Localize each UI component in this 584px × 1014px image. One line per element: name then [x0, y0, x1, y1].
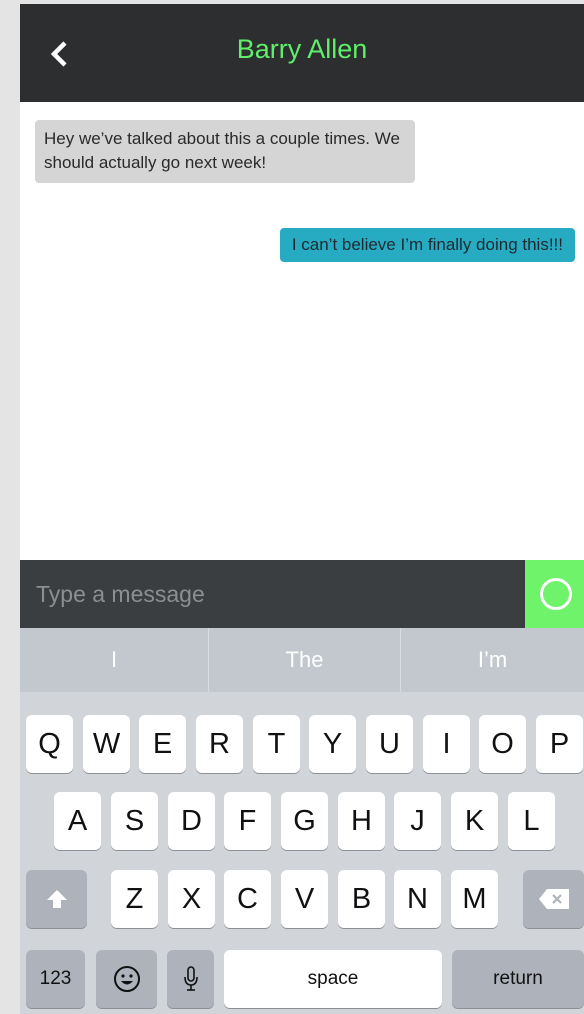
key-y[interactable]: Y	[309, 715, 356, 773]
key-v[interactable]: V	[281, 870, 328, 928]
key-j[interactable]: J	[394, 792, 441, 850]
space-key[interactable]: space	[224, 950, 442, 1008]
keyboard: I The I’m Q W E R T Y U I O P A S D F G …	[20, 628, 584, 1014]
key-c[interactable]: C	[224, 870, 271, 928]
message-list[interactable]: Hey we’ve talked about this a couple tim…	[20, 102, 584, 560]
emoji-key[interactable]	[96, 950, 157, 1008]
backspace-key[interactable]	[523, 870, 584, 928]
key-l[interactable]: L	[508, 792, 555, 850]
send-button[interactable]	[525, 560, 584, 628]
key-x[interactable]: X	[168, 870, 215, 928]
key-g[interactable]: G	[281, 792, 328, 850]
microphone-icon	[183, 966, 198, 991]
key-e[interactable]: E	[139, 715, 186, 773]
send-circle-icon	[540, 578, 572, 610]
numbers-key[interactable]: 123	[26, 950, 85, 1008]
incoming-message: Hey we’ve talked about this a couple tim…	[35, 120, 415, 183]
key-s[interactable]: S	[111, 792, 158, 850]
chat-screen: Barry Allen Hey we’ve talked about this …	[20, 4, 584, 1014]
key-h[interactable]: H	[338, 792, 385, 850]
message-composer	[20, 560, 584, 628]
shift-key[interactable]	[26, 870, 87, 928]
contact-name: Barry Allen	[236, 34, 368, 64]
message-input[interactable]	[20, 560, 525, 628]
backspace-icon	[538, 889, 569, 909]
return-key[interactable]: return	[452, 950, 584, 1008]
outgoing-message: I can’t believe I’m finally doing this!!…	[279, 228, 575, 262]
key-o[interactable]: O	[479, 715, 526, 773]
key-q[interactable]: Q	[26, 715, 73, 773]
key-n[interactable]: N	[394, 870, 441, 928]
key-k[interactable]: K	[451, 792, 498, 850]
key-i[interactable]: I	[423, 715, 470, 773]
key-m[interactable]: M	[451, 870, 498, 928]
suggestion-3[interactable]: I’m	[401, 628, 584, 692]
key-f[interactable]: F	[224, 792, 271, 850]
key-a[interactable]: A	[54, 792, 101, 850]
key-t[interactable]: T	[253, 715, 300, 773]
key-b[interactable]: B	[338, 870, 385, 928]
suggestion-2[interactable]: The	[209, 628, 400, 692]
key-z[interactable]: Z	[111, 870, 158, 928]
emoji-icon	[113, 966, 140, 992]
shift-icon	[46, 890, 67, 908]
key-p[interactable]: P	[536, 715, 583, 773]
microphone-key[interactable]	[167, 950, 214, 1008]
key-u[interactable]: U	[366, 715, 413, 773]
chat-header: Barry Allen	[20, 4, 584, 102]
key-d[interactable]: D	[168, 792, 215, 850]
key-w[interactable]: W	[83, 715, 130, 773]
suggestion-1[interactable]: I	[20, 628, 208, 692]
key-r[interactable]: R	[196, 715, 243, 773]
suggestion-bar: I The I’m	[20, 628, 584, 692]
